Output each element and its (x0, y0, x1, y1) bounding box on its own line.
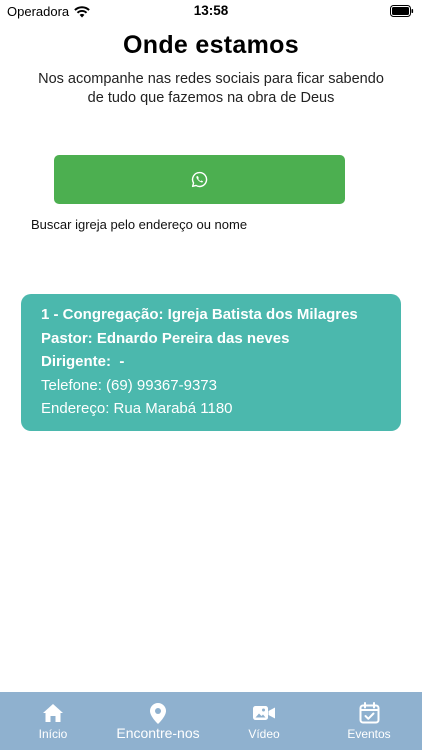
map-pin-icon (150, 702, 166, 724)
subtitle-line-1: Nos acompanhe nas redes sociais para fic… (38, 71, 384, 87)
tab-inicio[interactable]: Início (23, 692, 83, 750)
card-pastor: Pastor: Ednardo Pereira das neves (41, 329, 290, 347)
card-congregation: 1 - Congregação: Igreja Batista dos Mila… (41, 306, 358, 323)
tab-eventos[interactable]: Eventos (334, 692, 404, 750)
battery-icon (390, 5, 414, 20)
tab-label-eventos: Eventos (347, 727, 391, 741)
tab-label-video: Vídeo (248, 727, 280, 741)
tab-label-inicio: Início (38, 727, 68, 741)
calendar-check-icon (359, 702, 379, 724)
card-address: Endereço: Rua Marabá 1180 (41, 400, 233, 417)
page-subtitle: Nos acompanhe nas redes sociais para fic… (20, 70, 402, 108)
card-phone: Telefone: (69) 99367-9373 (41, 376, 217, 394)
status-bar: Operadora 13:58 (0, 0, 422, 22)
tab-bar: Início Encontre-nos Vídeo Eventos (0, 692, 422, 750)
page-title: Onde estamos (123, 31, 299, 59)
search-label: Buscar igreja pelo endereço ou nome (31, 217, 248, 232)
whatsapp-icon (191, 171, 208, 188)
tab-encontre-nos[interactable]: Encontre-nos (106, 692, 210, 750)
card-leader: Dirigente: - (41, 353, 125, 370)
status-time: 13:58 (193, 3, 229, 18)
home-icon (43, 704, 63, 722)
subtitle-line-2: de tudo que fazemos na obra de Deus (87, 90, 335, 106)
video-icon (253, 706, 275, 720)
tab-video[interactable]: Vídeo (234, 692, 294, 750)
church-card[interactable]: 1 - Congregação: Igreja Batista dos Mila… (21, 294, 401, 431)
whatsapp-button[interactable] (54, 155, 345, 204)
tab-label-encontre-nos: Encontre-nos (116, 725, 200, 741)
